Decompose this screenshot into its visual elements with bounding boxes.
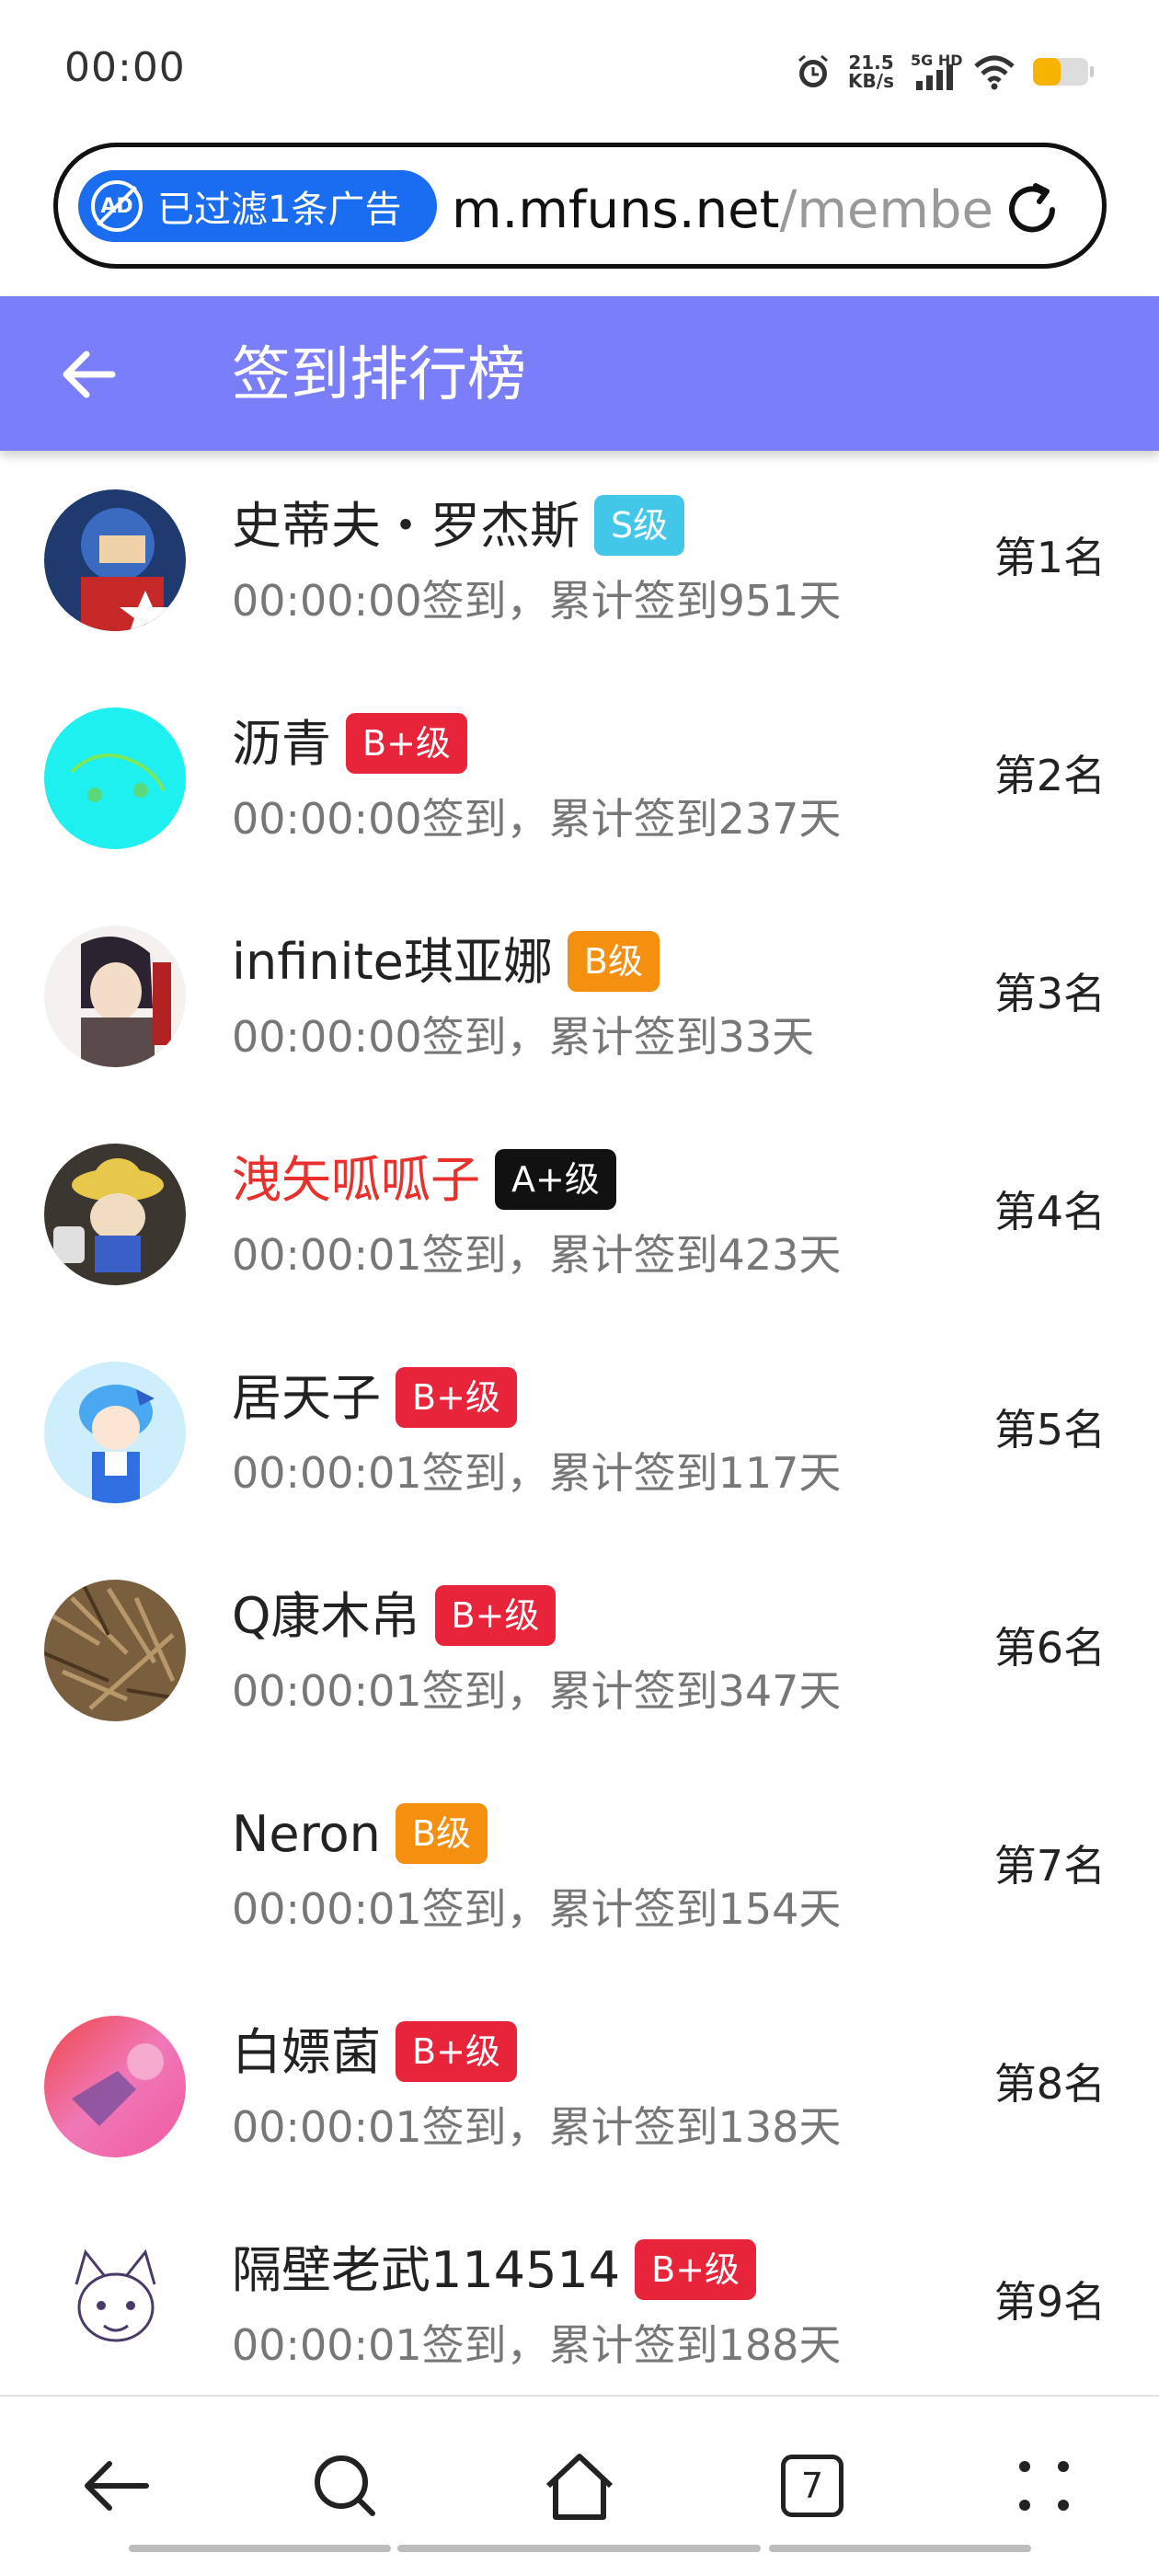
wifi-icon [973, 53, 1016, 90]
rank-label: 第3名 [993, 969, 1106, 1018]
page-title: 签到排行榜 [232, 341, 526, 409]
tabs-icon[interactable]: 7 [771, 2444, 854, 2527]
rank-label: 第6名 [993, 1623, 1106, 1673]
avatar[interactable] [44, 1144, 186, 1285]
checkin-info: 00:00:01签到，累计签到154天 [232, 1884, 842, 1934]
user-name: Neron B级 [232, 1803, 488, 1864]
user-name: 居天子 B+级 [232, 1367, 517, 1428]
user-name-text: 洩矢呱呱子 [232, 1151, 480, 1209]
avatar[interactable] [44, 1362, 186, 1503]
user-name: 隔壁老武114514 B+级 [232, 2239, 757, 2300]
back-icon[interactable] [75, 2444, 158, 2527]
status-time: 00:00 [64, 44, 186, 91]
rank-label: 第8名 [993, 2059, 1106, 2109]
status-bar: 00:00 21.5 KB/s 5G HD [0, 0, 1159, 138]
address-bar[interactable]: AD 已过滤1条广告 m.mfuns.net/membe [53, 143, 1107, 269]
level-badge: B+级 [434, 1585, 557, 1646]
checkin-info: 00:00:00签到，累计签到237天 [232, 794, 842, 844]
level-badge: S级 [594, 495, 685, 556]
checkin-info: 00:00:01签到，累计签到423天 [232, 1230, 842, 1280]
checkin-info: 00:00:01签到，累计签到138天 [232, 2102, 842, 2152]
ranking-row[interactable]: 白嫖菌 B+级 00:00:01签到，累计签到138天 第8名 [0, 1977, 1159, 2195]
avatar[interactable] [44, 2016, 186, 2157]
checkin-info: 00:00:01签到，累计签到347天 [232, 1666, 842, 1716]
home-icon[interactable] [538, 2444, 621, 2527]
search-icon[interactable] [304, 2444, 386, 2527]
ranking-row[interactable]: 隔壁老武114514 B+级 00:00:01签到，累计签到188天 第9名 [0, 2195, 1159, 2413]
app-header: 签到排行榜 [0, 296, 1159, 451]
rank-label: 第7名 [993, 1841, 1106, 1891]
avatar[interactable] [44, 2234, 186, 2375]
user-name-text: 沥青 [232, 715, 331, 773]
avatar[interactable] [44, 1798, 186, 1939]
more-icon[interactable] [1003, 2444, 1085, 2527]
user-name-text: 居天子 [232, 1369, 381, 1427]
status-icons: 21.5 KB/s 5G HD [795, 48, 1095, 96]
avatar[interactable] [44, 926, 186, 1067]
ad-block-icon: AD [91, 180, 143, 232]
level-badge: A+级 [495, 1149, 616, 1210]
signal-icon: 5G HD [911, 52, 963, 92]
ad-filter-text: 已过滤1条广告 [157, 189, 402, 231]
user-name: infinite琪亚娜 B级 [232, 931, 660, 992]
user-name: Q康木帛 B+级 [232, 1585, 557, 1646]
user-name-text: Neron [232, 1805, 381, 1863]
checkin-info: 00:00:01签到，累计签到117天 [232, 1448, 842, 1498]
net-speed: 21.5 KB/s [848, 53, 894, 90]
rank-label: 第1名 [993, 533, 1106, 582]
battery-icon [1032, 56, 1095, 87]
ranking-row[interactable]: infinite琪亚娜 B级 00:00:00签到，累计签到33天 第3名 [0, 887, 1159, 1105]
user-name-text: Q康木帛 [232, 1587, 420, 1645]
gesture-bar-segment [397, 2545, 761, 2552]
ranking-row[interactable]: 史蒂夫・罗杰斯 S级 00:00:00签到，累计签到951天 第1名 [0, 451, 1159, 669]
user-name: 白嫖菌 B+级 [232, 2021, 517, 2082]
level-badge: B+级 [346, 713, 467, 774]
level-badge: B+级 [635, 2239, 757, 2300]
ranking-row[interactable]: 居天子 B+级 00:00:01签到，累计签到117天 第5名 [0, 1323, 1159, 1541]
checkin-info: 00:00:00签到，累计签到951天 [232, 576, 842, 626]
user-name: 史蒂夫・罗杰斯 S级 [232, 495, 685, 556]
avatar[interactable] [44, 489, 186, 631]
user-name-text: 史蒂夫・罗杰斯 [232, 497, 580, 555]
level-badge: B级 [567, 931, 660, 992]
back-arrow-icon[interactable] [57, 342, 121, 407]
rank-label: 第5名 [993, 1405, 1106, 1455]
checkin-info: 00:00:01签到，累计签到188天 [232, 2320, 842, 2370]
user-name-text: infinite琪亚娜 [232, 933, 553, 991]
checkin-info: 00:00:00签到，累计签到33天 [232, 1012, 815, 1062]
rank-label: 第4名 [993, 1187, 1106, 1236]
url-path: /membe [779, 180, 993, 240]
rank-label: 第2名 [993, 751, 1106, 800]
net-speed-unit: KB/s [848, 70, 894, 92]
level-badge: B级 [395, 1803, 488, 1864]
gesture-bar-segment [769, 2545, 1031, 2552]
ad-filter-pill[interactable]: AD 已过滤1条广告 [78, 170, 437, 242]
url-text[interactable]: m.mfuns.net/membe [452, 178, 1013, 243]
level-badge: B+级 [396, 2021, 517, 2082]
url-host: m.mfuns.net [452, 180, 780, 240]
level-badge: B+级 [396, 1367, 517, 1428]
gesture-bar-segment [129, 2545, 391, 2552]
bottom-navigation: 7 [0, 2395, 1159, 2576]
ranking-row[interactable]: Q康木帛 B+级 00:00:01签到，累计签到347天 第6名 [0, 1541, 1159, 1759]
tab-count: 7 [781, 2455, 843, 2517]
user-name: 洩矢呱呱子 A+级 [232, 1149, 616, 1210]
gesture-bar [0, 2545, 1159, 2552]
user-name: 沥青 B+级 [232, 713, 467, 774]
ranking-row[interactable]: Neron B级 00:00:01签到，累计签到154天 第7名 [0, 1759, 1159, 1977]
user-name-text: 隔壁老武114514 [232, 2241, 621, 2299]
avatar[interactable] [44, 707, 186, 849]
alarm-icon [795, 53, 832, 90]
reload-icon[interactable] [999, 177, 1065, 243]
ranking-row[interactable]: 洩矢呱呱子 A+级 00:00:01签到，累计签到423天 第4名 [0, 1105, 1159, 1323]
user-name-text: 白嫖菌 [232, 2023, 381, 2081]
avatar[interactable] [44, 1580, 186, 1721]
rank-label: 第9名 [993, 2277, 1106, 2327]
ranking-row[interactable]: 沥青 B+级 00:00:00签到，累计签到237天 第2名 [0, 669, 1159, 887]
